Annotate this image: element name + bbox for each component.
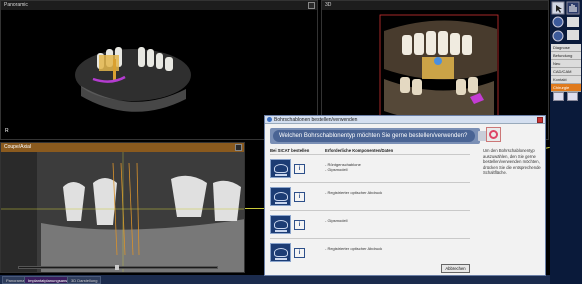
app-icon — [267, 117, 272, 122]
column-header-components: Erforderliche Komponenten/Daten — [325, 148, 394, 153]
question-text: Welchen Bohrschablonentyp möchten Sie ge… — [273, 130, 475, 142]
drill-template-dialog: Bohrschablonen bestellen/verwenden Welch… — [264, 115, 546, 276]
close-icon[interactable] — [537, 117, 543, 123]
info-icon[interactable]: i — [294, 164, 305, 174]
zoom-in-icon[interactable] — [554, 17, 562, 26]
info-icon[interactable]: i — [294, 192, 305, 202]
bottom-tab-bar: Panorama Implantatplanungsansicht 3D Dar… — [0, 275, 550, 284]
template-row: i - Registrierter optischer Abdruck — [270, 239, 470, 266]
column-header-order: Bei SICAT bestellen — [270, 148, 310, 153]
dialog-title: Bohrschablonen bestellen/verwenden — [274, 117, 358, 123]
template-button-plaster[interactable] — [270, 215, 291, 234]
export-icon[interactable] — [567, 92, 578, 101]
menu-item-befundung[interactable]: Befundung — [551, 52, 581, 60]
zoom-out-icon[interactable] — [554, 31, 562, 40]
tab-3d-view[interactable]: 3D Darstellung — [67, 276, 102, 284]
slider-handle[interactable] — [115, 265, 119, 270]
pointer-tool-icon[interactable] — [552, 2, 564, 14]
crosshair-line — [245, 208, 265, 209]
template-row: i - Gipsmodell — [270, 211, 470, 238]
info-icon[interactable]: i — [294, 220, 305, 230]
help-text: Um den Bohrschablonentyp auszuwählen, de… — [483, 148, 541, 175]
menu-item-kontakt[interactable]: Kontakt — [551, 76, 581, 84]
dialog-title-bar: Bohrschablonen bestellen/verwenden — [265, 116, 545, 124]
template-button-xray[interactable] — [270, 159, 291, 178]
slice-slider[interactable] — [18, 265, 218, 270]
pan-hand-icon[interactable] — [567, 2, 579, 14]
cross-section-viewport[interactable]: Coupe/Axial — [0, 142, 245, 273]
app-window: Panoramic R 3D Coupe/Axial Diagnose Befu… — [0, 0, 582, 284]
template-button-optical-2[interactable] — [270, 243, 291, 262]
required-components: - Registrierter optischer Abdruck — [325, 246, 383, 251]
required-components: - Gipsmodell — [325, 218, 348, 223]
right-sidebar — [550, 0, 582, 284]
help-icon[interactable] — [486, 127, 501, 142]
menu-item-neu[interactable]: Neu — [551, 60, 581, 68]
cross-section-image — [1, 152, 244, 272]
info-icon[interactable]: i — [294, 248, 305, 258]
required-components: - Röntgenschablone - Gipsmodell — [325, 162, 361, 172]
menu-item-chirurgie[interactable]: Chirurgie — [551, 84, 581, 92]
orientation-marker: R — [5, 128, 9, 134]
menu-item-cadcam[interactable]: CAD/CAM — [551, 68, 581, 76]
required-components: - Registrierter optischer Abdruck — [325, 190, 383, 195]
template-row: i - Registrierter optischer Abdruck — [270, 183, 470, 210]
template-row: i - Röntgenschablone - Gipsmodell — [270, 155, 470, 182]
template-button-optical-1[interactable] — [270, 187, 291, 206]
print-icon[interactable] — [553, 92, 564, 101]
workflow-menu: Diagnose Befundung Neu CAD/CAM Kontakt C… — [551, 44, 581, 92]
question-banner: Welchen Bohrschablonentyp möchten Sie ge… — [270, 128, 490, 144]
cancel-button[interactable]: Abbrechen — [441, 264, 470, 273]
menu-item-diagnose[interactable]: Diagnose — [551, 44, 581, 52]
